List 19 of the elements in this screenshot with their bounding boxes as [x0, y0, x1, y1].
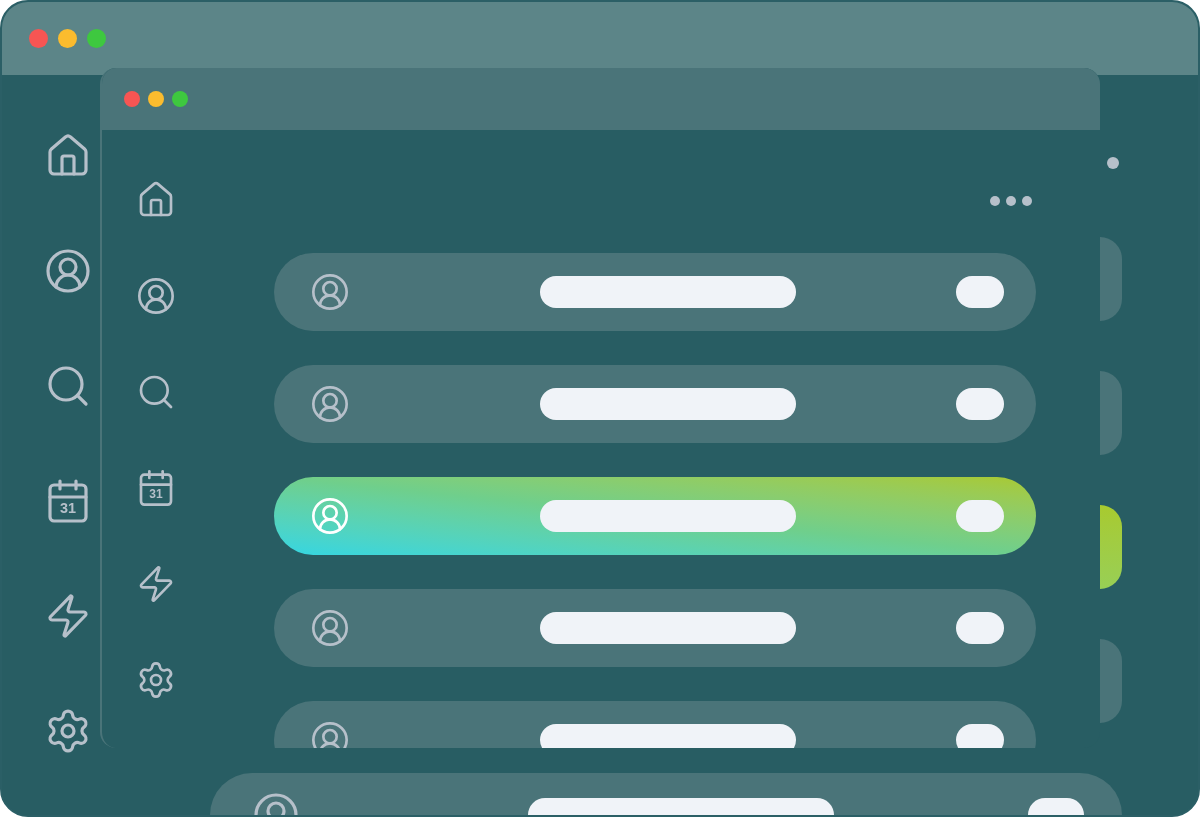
- user-icon[interactable]: [136, 276, 176, 316]
- minimize-button[interactable]: [58, 29, 77, 48]
- user-icon: [310, 720, 350, 748]
- maximize-button[interactable]: [172, 91, 188, 107]
- minimize-button[interactable]: [148, 91, 164, 107]
- more-icon[interactable]: [990, 196, 1032, 206]
- user-icon: [310, 272, 350, 312]
- user-icon[interactable]: [44, 247, 92, 295]
- calendar-date: 31: [149, 488, 163, 500]
- badge-pill: [956, 276, 1004, 308]
- user-icon: [310, 608, 350, 648]
- calendar-date: 31: [60, 501, 76, 516]
- user-icon: [310, 496, 350, 536]
- list-row[interactable]: [1100, 505, 1122, 589]
- badge-pill: [956, 388, 1004, 420]
- badge-pill: [956, 612, 1004, 644]
- user-icon: [310, 384, 350, 424]
- badge-pill: [956, 724, 1004, 748]
- badge-pill: [956, 500, 1004, 532]
